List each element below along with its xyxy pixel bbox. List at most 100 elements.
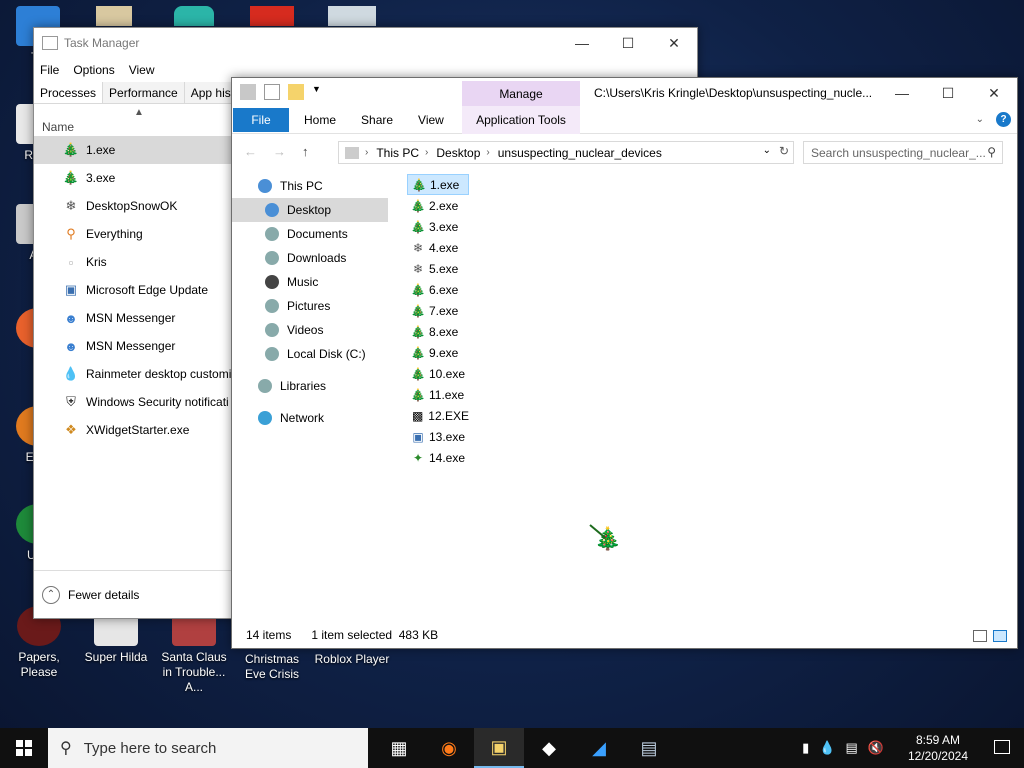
desktop-icon-top-4[interactable] [328,6,376,26]
up-arrow-icon[interactable]: ↑ [302,144,309,159]
file-item[interactable]: 🎄 1.exe [407,174,469,195]
nav-item-music[interactable]: Music [232,270,404,294]
nav-item-videos[interactable]: Videos [232,318,404,342]
maximize-button[interactable]: ☐ [605,28,651,58]
breadcrumb-this-pc[interactable]: This PC [376,146,419,160]
file-item[interactable]: 🎄 2.exe [407,195,469,216]
chevron-up-icon[interactable]: ⌃ [42,585,60,604]
task-manager-title: Task Manager [64,36,140,50]
nav-item-libraries[interactable]: Libraries [232,374,404,398]
menu-options[interactable]: Options [73,63,114,77]
forward-arrow-icon[interactable]: → [273,144,286,159]
task-manager-icon[interactable]: ▤ [624,728,674,768]
process-name: 3.exe [86,171,116,185]
file-name: 3.exe [429,219,459,234]
tree-icon: 🎄 [410,366,426,381]
file-item[interactable]: ✦ 14.exe [407,447,469,468]
nav-item-desktop[interactable]: Desktop [232,198,388,222]
file-item[interactable]: 🎄 6.exe [407,279,469,300]
roblox-icon[interactable]: ◆ [524,728,574,768]
refresh-icon[interactable]: ↻ [779,144,789,158]
snowflake-icon: ❄ [412,261,424,276]
nav-item-local-disk-c[interactable]: Local Disk (C:) [232,342,404,366]
explorer-app-icon [240,84,256,100]
file-item[interactable]: ▣ 13.exe [407,426,469,447]
new-folder-icon[interactable] [288,84,304,100]
file-item[interactable]: ❄ 5.exe [407,258,469,279]
minimize-button[interactable]: — [879,78,925,108]
taskbar-search-box[interactable]: ⚲ Type here to search [48,728,368,768]
nav-item-this-pc[interactable]: This PC [232,174,404,198]
file-item[interactable]: 🎄 11.exe [407,384,469,405]
file-item[interactable]: 🎄 9.exe [407,342,469,363]
file-item[interactable]: 🎄 7.exe [407,300,469,321]
tab-processes[interactable]: Processes [34,82,104,103]
tab-performance[interactable]: Performance [103,82,185,103]
shield-icon: ⛨ [66,394,76,409]
desktop-icon-santa-claus[interactable]: Santa Claus in Trouble... A... [156,606,232,695]
nav-item-icon [258,379,272,393]
properties-icon[interactable] [264,84,280,100]
desktop-icon-top-1[interactable] [96,6,132,26]
back-arrow-icon[interactable]: ← [244,144,257,159]
search-input[interactable]: Search unsuspecting_nuclear_... ⚲ [803,141,1003,164]
chevron-down-icon[interactable]: ▼ [312,84,328,100]
tree-icon: 🎄 [410,198,426,213]
desktop-icon-mcdonalds[interactable] [250,6,294,26]
breadcrumb-desktop[interactable]: Desktop [436,146,480,160]
ribbon-tab-application-tools[interactable]: Application Tools [462,106,580,134]
details-view-icon[interactable] [973,630,987,642]
ribbon-tab-share[interactable]: Share [361,113,393,127]
nav-item-downloads[interactable]: Downloads [232,246,404,270]
close-button[interactable]: ✕ [971,78,1017,108]
file-name: 5.exe [429,261,459,276]
maximize-button[interactable]: ☐ [925,78,971,108]
file-item[interactable]: 🎄 8.exe [407,321,469,342]
notification-icon[interactable] [994,740,1010,754]
breadcrumb-current-folder[interactable]: unsuspecting_nuclear_devices [498,146,662,160]
ribbon-right-controls: ⌄ ? [976,112,1011,127]
tree-icon: 🎄 [410,282,426,297]
file-item[interactable]: ▩ 12.EXE [407,405,469,426]
ribbon-tab-file[interactable]: File [233,107,289,132]
nav-item-documents[interactable]: Documents [232,222,404,246]
nav-item-pictures[interactable]: Pictures [232,294,404,318]
network-icon[interactable]: ▤ [846,740,858,756]
network-drive-icon[interactable]: ▮ [802,740,809,756]
close-button[interactable]: ✕ [651,28,697,58]
volume-muted-icon[interactable]: 🔇 [868,740,884,756]
clock[interactable]: 8:59 AM 12/20/2024 [908,732,968,764]
clock-date: 12/20/2024 [907,749,968,763]
file-item[interactable]: 🎄 10.exe [407,363,469,384]
firefox-icon[interactable]: ◉ [424,728,474,768]
roblox-studio-icon[interactable]: ◢ [574,728,624,768]
column-name: Name [42,120,75,134]
ribbon-tab-view[interactable]: View [418,113,444,127]
ribbon-tab-home[interactable]: Home [304,113,336,127]
rainmeter-tray-icon[interactable]: 💧 [819,740,835,756]
nav-item-network[interactable]: Network [232,406,404,430]
task-view-icon[interactable]: ▦ [374,728,424,768]
expand-ribbon-icon[interactable]: ⌄ [976,114,984,125]
fewer-details-button[interactable]: Fewer details [68,588,139,602]
file-item[interactable]: ❄ 4.exe [407,237,469,258]
status-bar: 14 items 1 item selected 483 KB [246,628,438,642]
desktop-icon-christmas-eve-crisis[interactable]: Christmas Eve Crisis [234,644,310,682]
start-button[interactable] [0,728,48,768]
large-icons-view-icon[interactable] [993,630,1007,642]
process-name: Everything [86,227,143,241]
menu-file[interactable]: File [40,63,59,77]
file-name: 13.exe [429,429,466,444]
window-title: C:\Users\Kris Kringle\Desktop\unsuspecti… [594,86,873,100]
address-dropdown-icon[interactable]: ⌄ [763,145,771,156]
process-name: Windows Security notificati [86,395,229,409]
manage-context-tab[interactable]: Manage [462,81,580,107]
file-item[interactable]: 🎄 3.exe [407,216,469,237]
minimize-button[interactable]: — [559,28,605,58]
menu-view[interactable]: View [129,63,155,77]
address-bar[interactable]: › This PC › Desktop › unsuspecting_nucle… [338,141,794,164]
explorer-titlebar[interactable]: ▼ Manage C:\Users\Kris Kringle\Desktop\u… [232,78,1017,108]
file-explorer-icon[interactable]: ▣ [474,728,524,768]
desktop-icon-top-2[interactable] [174,6,214,26]
help-icon[interactable]: ? [996,112,1011,127]
